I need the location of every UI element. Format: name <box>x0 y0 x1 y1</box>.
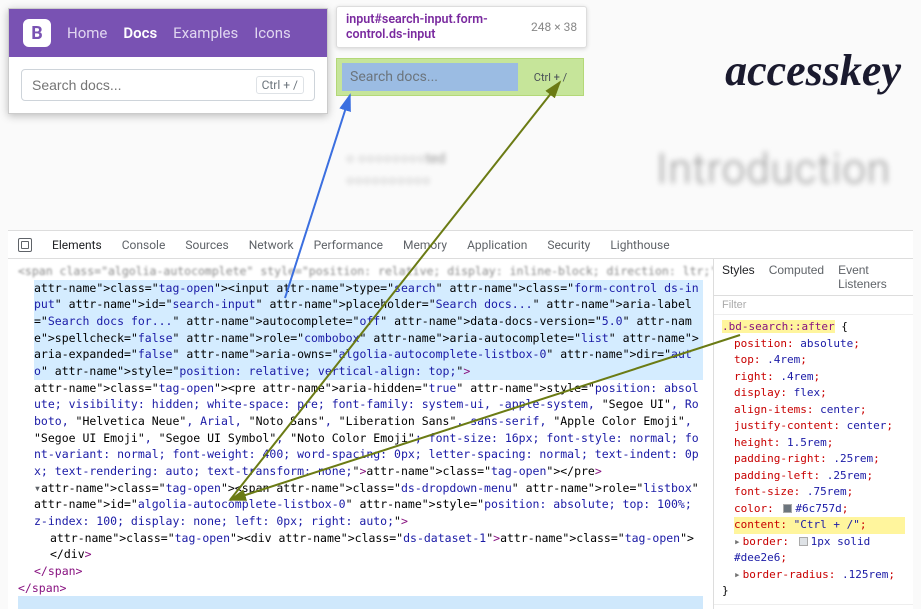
styles-panel: Styles Computed Event Listeners Filter .… <box>713 259 913 609</box>
devtools-panel: Elements Console Sources Network Perform… <box>8 230 913 609</box>
tree-span-node[interactable]: ▾attr-name">class="tag-open"><span attr-… <box>34 480 703 530</box>
inspect-selector: input#search-input.form-control.ds-input <box>346 12 501 42</box>
search-wrap: Ctrl + / <box>21 69 315 101</box>
nav-link-docs[interactable]: Docs <box>123 24 157 42</box>
inspect-after-overlay: Ctrl + / <box>523 63 578 91</box>
tab-performance[interactable]: Performance <box>314 238 383 252</box>
introduction-heading-blur: Introduction <box>656 145 891 194</box>
search-kbd-hint: Ctrl + / <box>256 76 304 94</box>
inspect-highlight: Search docs... Ctrl + / <box>336 58 584 96</box>
tab-security[interactable]: Security <box>547 238 590 252</box>
elements-tree[interactable]: <span class="algolia-autocomplete" style… <box>8 259 713 609</box>
tree-close-span1[interactable]: </span> <box>34 563 703 580</box>
tab-sources[interactable]: Sources <box>185 238 228 252</box>
accesskey-title: accesskey <box>725 45 901 96</box>
inspect-dimensions: 248 × 38 <box>531 20 577 34</box>
event-listeners-tab[interactable]: Event Listeners <box>838 263 905 291</box>
styles-rule-2[interactable]: *, ::after, ::before {box-sizing: border… <box>714 605 913 609</box>
search-input[interactable] <box>32 77 256 93</box>
blur-line-1: ○ ○○○○○○○○ted <box>346 150 445 167</box>
tree-blurred-top: <span class="algolia-autocomplete" style… <box>18 263 703 280</box>
inspect-element-icon[interactable] <box>18 238 32 252</box>
blur-line-2: ○○○○○○○○○○ <box>346 172 431 189</box>
styles-filter[interactable]: Filter <box>714 296 913 315</box>
tab-memory[interactable]: Memory <box>403 238 447 252</box>
nav-link-icons[interactable]: Icons <box>254 24 291 42</box>
bootstrap-logo[interactable]: B <box>23 19 51 47</box>
tab-lighthouse[interactable]: Lighthouse <box>610 238 669 252</box>
inspect-input-overlay: Search docs... <box>342 63 518 91</box>
computed-tab[interactable]: Computed <box>769 263 824 291</box>
inspect-tooltip: input#search-input.form-control.ds-input… <box>336 6 587 48</box>
nav-link-home[interactable]: Home <box>67 24 107 42</box>
tree-div-dataset[interactable]: attr-name">class="tag-open"><div attr-na… <box>50 530 703 563</box>
tab-network[interactable]: Network <box>249 238 294 252</box>
devtools-tabs: Elements Console Sources Network Perform… <box>8 231 913 259</box>
navbar-snippet: B Home Docs Examples Icons Ctrl + / <box>8 8 328 114</box>
tree-pre-node[interactable]: attr-name">class="tag-open"><pre attr-na… <box>34 380 703 480</box>
tree-close-span2[interactable]: </span> <box>18 580 703 597</box>
tab-elements[interactable]: Elements <box>52 238 102 252</box>
nav-link-examples[interactable]: Examples <box>173 24 238 42</box>
styles-tab[interactable]: Styles <box>722 263 755 291</box>
tab-console[interactable]: Console <box>122 238 166 252</box>
tree-after-pseudo[interactable]: ::after == $0 <box>18 596 703 609</box>
styles-rule-1[interactable]: .bd-search::after {position: absolute;to… <box>714 315 913 605</box>
tab-application[interactable]: Application <box>467 238 527 252</box>
tree-input-node[interactable]: attr-name">class="tag-open"><input attr-… <box>34 280 703 380</box>
